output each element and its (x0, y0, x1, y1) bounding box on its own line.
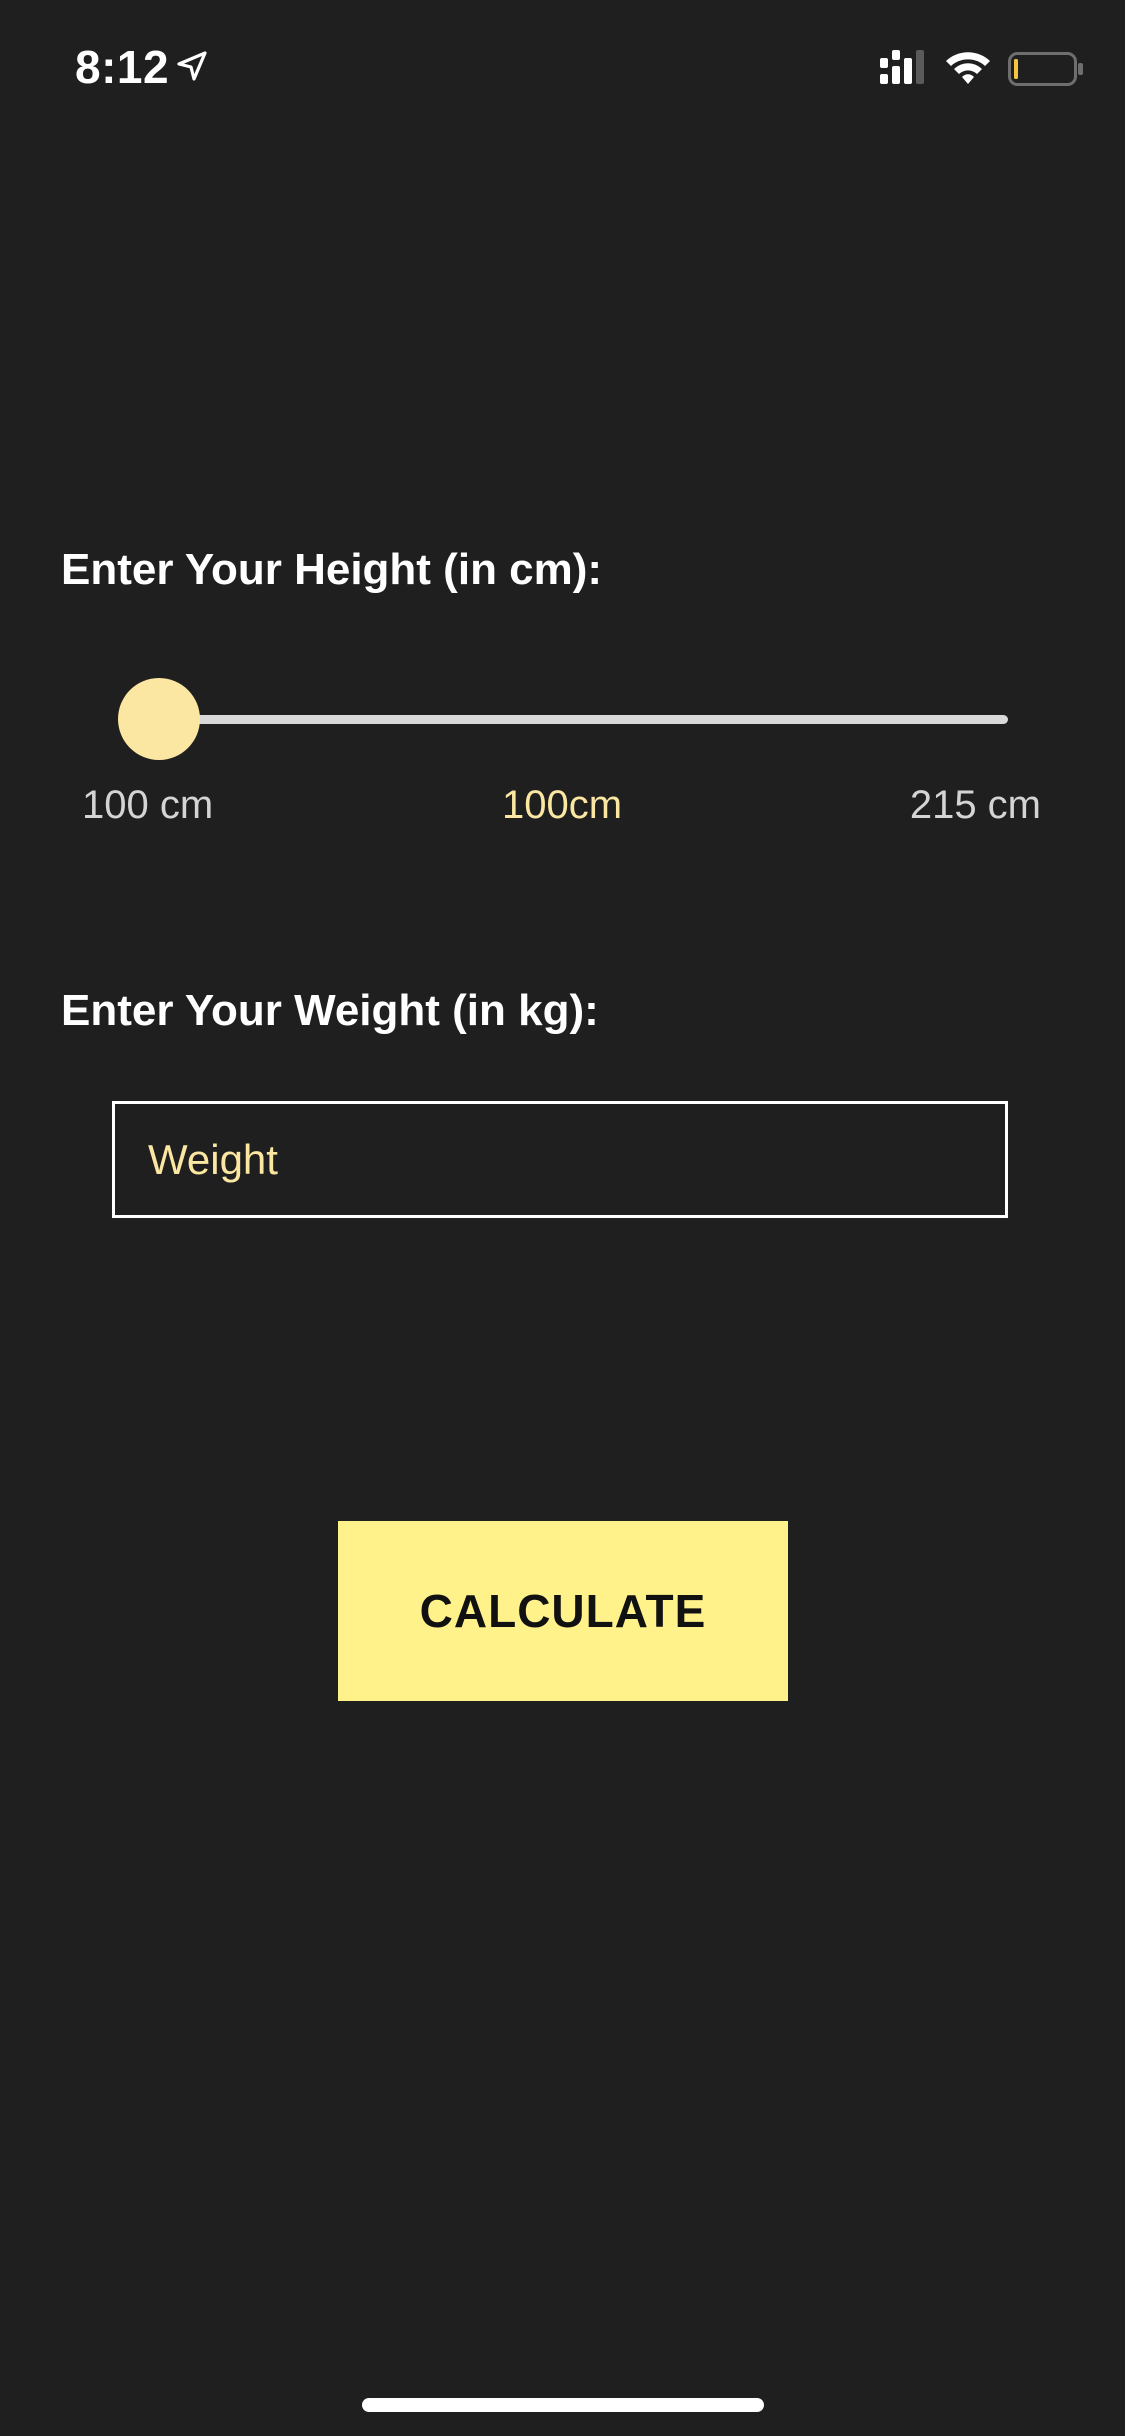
height-slider[interactable] (118, 678, 1008, 762)
home-indicator[interactable] (362, 2398, 764, 2412)
slider-thumb[interactable] (118, 678, 200, 760)
status-time: 8:12 (75, 41, 170, 93)
cellular-signal-icon (880, 50, 924, 84)
weight-input[interactable] (112, 1101, 1008, 1218)
status-bar: 8:12 (0, 0, 1125, 140)
location-arrow-icon (177, 51, 207, 81)
height-label: Enter Your Height (in cm): (61, 545, 603, 594)
wifi-icon (946, 52, 990, 84)
height-min-label: 100 cm (82, 783, 214, 827)
height-max-label: 215 cm (909, 783, 1041, 827)
battery-low-icon (1008, 52, 1083, 86)
calculate-button[interactable]: CALCULATE (338, 1521, 788, 1701)
slider-track[interactable] (158, 715, 1008, 724)
weight-label: Enter Your Weight (in kg): (61, 986, 599, 1035)
height-current-value: 100cm (501, 783, 623, 827)
